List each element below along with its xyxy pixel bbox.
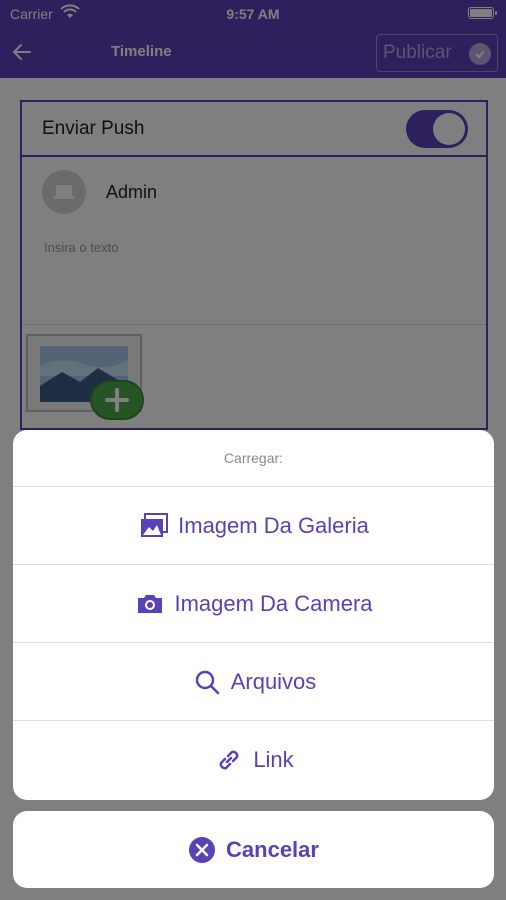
action-sheet: Carregar: Imagem Da Galeria Imagem Da Ca… — [13, 430, 494, 800]
action-sheet-title: Carregar: — [13, 430, 494, 487]
camera-option-label: Imagem Da Camera — [174, 590, 373, 616]
link-option-label: Link — [253, 747, 294, 772]
camera-option[interactable]: Imagem Da Camera — [13, 565, 494, 643]
camera-icon — [134, 588, 166, 620]
files-option[interactable]: Arquivos — [13, 643, 494, 721]
gallery-icon — [138, 510, 170, 542]
link-option[interactable]: Link — [13, 721, 494, 799]
gallery-option[interactable]: Imagem Da Galeria — [13, 487, 494, 565]
close-circle-icon — [189, 836, 216, 863]
search-icon — [191, 666, 223, 698]
cancel-label: Cancelar — [226, 836, 319, 862]
cancel-button[interactable]: Cancelar — [13, 811, 494, 888]
gallery-option-label: Imagem Da Galeria — [178, 512, 369, 538]
files-option-label: Arquivos — [230, 668, 317, 694]
link-icon — [213, 744, 245, 776]
